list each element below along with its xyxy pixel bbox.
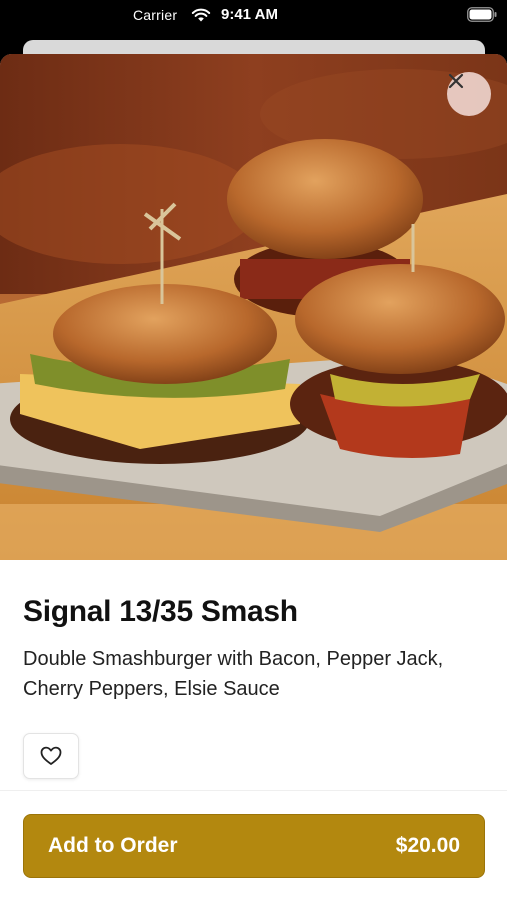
favorite-button[interactable] [23, 733, 79, 779]
item-detail-sheet: Signal 13/35 Smash Double Smashburger wi… [0, 54, 507, 900]
close-icon [448, 73, 464, 89]
item-description: Double Smashburger with Bacon, Pepper Ja… [23, 648, 444, 700]
wifi-icon [191, 8, 211, 22]
close-button[interactable] [447, 72, 491, 116]
divider [0, 790, 507, 791]
clock: 9:41 AM [221, 6, 278, 23]
product-image [0, 54, 507, 560]
burger-illustration [0, 54, 507, 560]
item-title: Signal 13/35 Smash [23, 595, 298, 628]
price-label: $20.00 [395, 834, 460, 857]
screen: Carrier 9:41 AM Signal 13/35 Smash Doubl… [0, 0, 507, 900]
heart-icon [40, 746, 62, 765]
add-to-order-button[interactable]: Add to Order $20.00 [23, 814, 485, 878]
status-bar: Carrier 9:41 AM [0, 0, 507, 32]
battery-icon [467, 7, 497, 22]
add-to-order-label: Add to Order [48, 834, 178, 857]
carrier-label: Carrier [133, 7, 178, 23]
